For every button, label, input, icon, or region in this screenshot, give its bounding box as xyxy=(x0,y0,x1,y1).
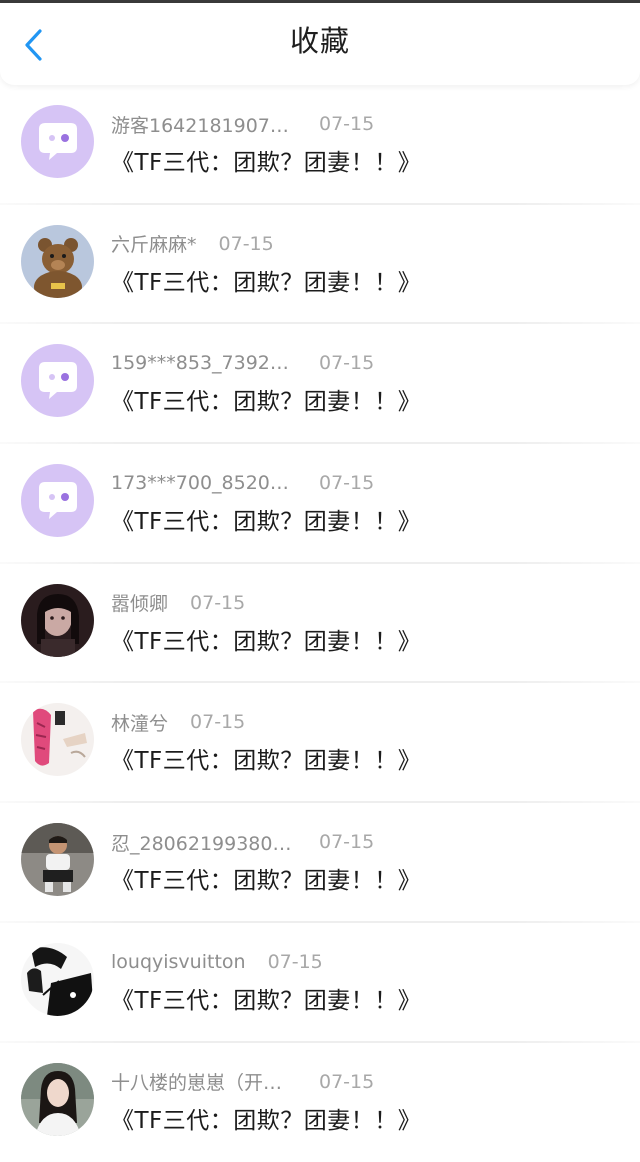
post-date: 07-15 xyxy=(268,951,323,973)
user-name: louqyisvuitton xyxy=(111,951,246,973)
post-title: 《TF三代：团欺？团妻！！》 xyxy=(111,502,421,536)
post-date: 07-15 xyxy=(219,233,274,255)
favorite-item[interactable]: 173***700_85202… 07-15 《TF三代：团欺？团妻！！》 xyxy=(0,444,640,564)
default-chat-avatar[interactable] xyxy=(21,344,94,417)
user-name: 六斤麻麻* xyxy=(111,230,197,257)
post-title: 《TF三代：团欺？团妻！！》 xyxy=(111,622,421,656)
post-title: 《TF三代：团欺？团妻！！》 xyxy=(111,981,421,1015)
user-name: 173***700_85202… xyxy=(111,472,297,494)
page-title: 收藏 xyxy=(0,0,640,91)
girl-dark-photo-avatar[interactable] xyxy=(21,584,94,657)
post-date: 07-15 xyxy=(319,352,374,374)
post-date: 07-15 xyxy=(319,472,374,494)
woman-portrait-avatar[interactable] xyxy=(21,1063,94,1136)
post-date: 07-15 xyxy=(190,592,245,614)
post-title: 《TF三代：团欺？团妻！！》 xyxy=(111,263,421,297)
user-name: 游客1642181907… xyxy=(111,111,297,138)
pink-hair-photo-avatar[interactable] xyxy=(21,703,94,776)
post-date: 07-15 xyxy=(319,831,374,853)
favorite-item[interactable]: 游客1642181907… 07-15 《TF三代：团欺？团妻！！》 xyxy=(0,85,640,205)
child-photo-avatar[interactable] xyxy=(21,823,94,896)
default-chat-avatar[interactable] xyxy=(21,105,94,178)
post-date: 07-15 xyxy=(319,1071,374,1093)
user-name: 嚣倾卿 xyxy=(111,589,168,616)
favorite-item[interactable]: 六斤麻麻* 07-15 《TF三代：团欺？团妻！！》 xyxy=(0,205,640,325)
favorite-item[interactable]: 十八楼的崽崽（开… 07-15 《TF三代：团欺？团妻！！》 xyxy=(0,1043,640,1162)
teddy-bear-avatar[interactable] xyxy=(21,225,94,298)
post-title: 《TF三代：团欺？团妻！！》 xyxy=(111,741,421,775)
favorite-item[interactable]: 忍_28062199380… 07-15 《TF三代：团欺？团妻！！》 xyxy=(0,803,640,923)
post-date: 07-15 xyxy=(190,711,245,733)
post-title: 《TF三代：团欺？团妻！！》 xyxy=(111,861,421,895)
favorite-item[interactable]: 159***853_73927… 07-15 《TF三代：团欺？团妻！！》 xyxy=(0,324,640,444)
post-date: 07-15 xyxy=(319,113,374,135)
nav-header: 收藏 xyxy=(0,3,640,85)
default-chat-avatar[interactable] xyxy=(21,464,94,537)
user-name: 159***853_73927… xyxy=(111,352,297,374)
sketch-portrait-avatar[interactable] xyxy=(21,943,94,1016)
favorite-item[interactable]: 嚣倾卿 07-15 《TF三代：团欺？团妻！！》 xyxy=(0,564,640,684)
favorite-item[interactable]: louqyisvuitton 07-15 《TF三代：团欺？团妻！！》 xyxy=(0,923,640,1043)
post-title: 《TF三代：团欺？团妻！！》 xyxy=(111,382,421,416)
post-title: 《TF三代：团欺？团妻！！》 xyxy=(111,1101,421,1135)
user-name: 十八楼的崽崽（开… xyxy=(111,1068,297,1095)
user-name: 林潼兮 xyxy=(111,709,168,736)
favorite-item[interactable]: 林潼兮 07-15 《TF三代：团欺？团妻！！》 xyxy=(0,683,640,803)
favorites-list: 游客1642181907… 07-15 《TF三代：团欺？团妻！！》 六斤麻麻*… xyxy=(0,85,640,1162)
post-title: 《TF三代：团欺？团妻！！》 xyxy=(111,143,421,177)
user-name: 忍_28062199380… xyxy=(111,829,297,856)
